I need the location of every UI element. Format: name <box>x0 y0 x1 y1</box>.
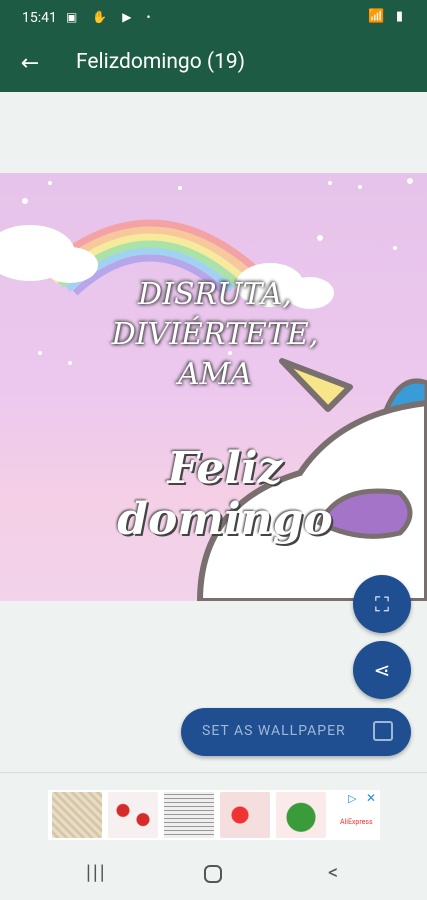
ad-banner: AliExpress ▷ ✕ <box>0 772 427 848</box>
ad-product-image[interactable] <box>164 792 214 838</box>
share-icon: ⋖ <box>373 658 391 682</box>
set-as-wallpaper-button[interactable]: SET AS WALLPAPER <box>181 708 411 756</box>
recents-icon[interactable]: ||| <box>86 860 107 884</box>
greeting-line-3: AMA <box>177 357 253 392</box>
status-bar: 15:41 ▣ ✋ ▶ • 📶 ▮ <box>0 0 427 36</box>
set-as-wallpaper-label: SET AS WALLPAPER <box>202 723 346 739</box>
app-bar: ← Felizdomingo (19) <box>0 36 427 92</box>
system-icons: 📶 ▮ <box>368 9 407 24</box>
greeting-line-2: DIVIÉRTETE, <box>111 317 319 352</box>
ad-product-image[interactable] <box>276 792 326 838</box>
adchoices-icon[interactable]: ▷ <box>348 792 356 805</box>
nav-back-icon[interactable]: < <box>328 860 338 884</box>
greeting-line-4: Feliz domingo <box>117 443 333 545</box>
greeting-image[interactable]: DISRUTA, DIVIÉRTETE, AMA Feliz domingo <box>0 173 427 601</box>
ad-brand-logo[interactable]: AliExpress <box>340 818 373 826</box>
ad-close-icon[interactable]: ✕ <box>366 791 376 805</box>
fullscreen-button[interactable]: ⛶ <box>353 575 411 633</box>
status-time: 15:41 <box>22 10 57 26</box>
share-button[interactable]: ⋖ <box>353 641 411 699</box>
page-title: Felizdomingo (19) <box>76 50 246 74</box>
greeting-text-block: DISRUTA, DIVIÉRTETE, AMA <box>50 275 380 395</box>
greeting-line-1: DISRUTA, <box>138 277 292 312</box>
back-arrow-icon[interactable]: ← <box>14 48 46 80</box>
notification-icons: ▣ ✋ ▶ • <box>66 10 157 24</box>
ad-product-image[interactable] <box>108 792 158 838</box>
ad-product-image[interactable] <box>220 792 270 838</box>
ad-content[interactable]: AliExpress ▷ ✕ <box>48 790 380 840</box>
ad-product-image[interactable] <box>52 792 102 838</box>
system-nav-bar: ||| < <box>0 848 427 900</box>
wallpaper-icon <box>373 721 393 741</box>
fullscreen-icon: ⛶ <box>375 592 389 616</box>
home-icon[interactable] <box>204 865 222 883</box>
